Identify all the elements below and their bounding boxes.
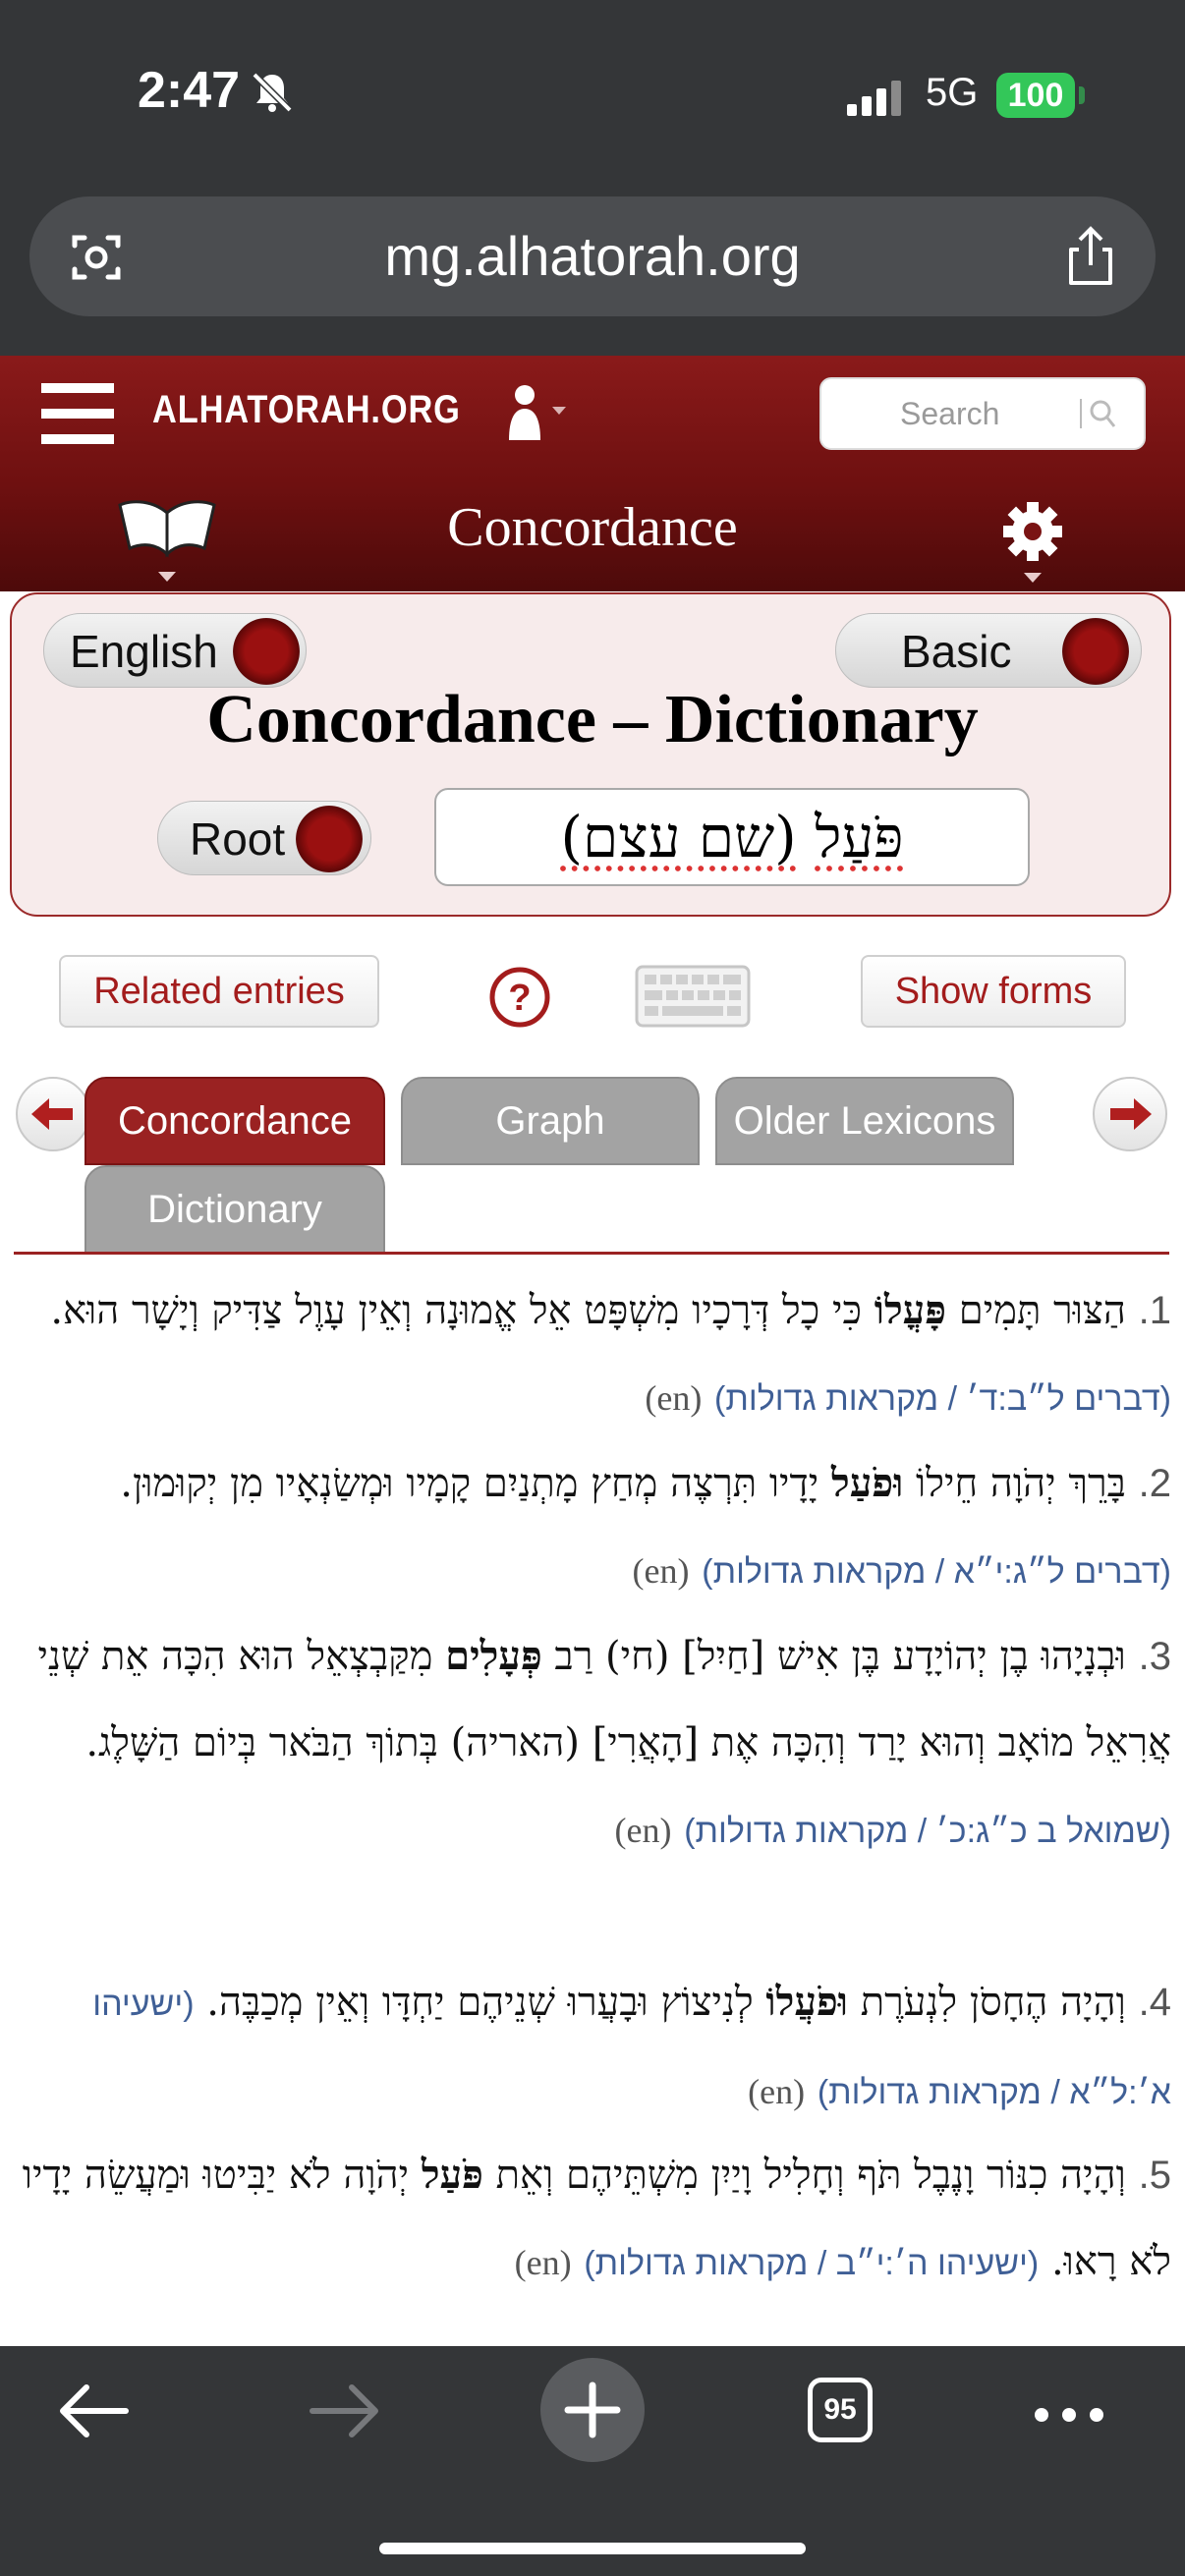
english-link[interactable]: (en) — [633, 1551, 690, 1591]
english-link[interactable]: (en) — [748, 2072, 805, 2111]
source-link[interactable]: (דברים ל״ג:י״א / מקראות גדולות) — [702, 1553, 1171, 1591]
plus-icon — [564, 2381, 621, 2438]
level-toggle-label: Basic — [901, 626, 1012, 677]
language-toggle-knob[interactable] — [233, 618, 300, 685]
forward-arrow-icon[interactable] — [307, 2380, 381, 2442]
tab-count-button[interactable]: 95 — [808, 2378, 873, 2442]
english-link[interactable]: (en) — [645, 1378, 702, 1418]
language-toggle[interactable]: English — [43, 613, 307, 688]
browser-chrome: 2:47 5G 100 mg.alhatorah.org — [0, 0, 1185, 356]
search-placeholder[interactable]: Search — [900, 379, 999, 448]
tab-dictionary[interactable]: Dictionary — [85, 1165, 385, 1254]
previous-arrow-button[interactable] — [16, 1077, 90, 1151]
share-icon[interactable] — [1061, 226, 1120, 287]
right-arrow-icon — [1110, 1098, 1152, 1130]
result-number: 3. — [1138, 1635, 1171, 1678]
left-arrow-icon — [31, 1098, 73, 1130]
verse-match: פְּעָלִים — [445, 1633, 542, 1679]
source-link[interactable]: (ישעיהו ה׳:י״ב / מקראות גדולות) — [584, 2245, 1039, 2282]
more-options-icon[interactable] — [1032, 2405, 1106, 2425]
tab-older-lexicons[interactable]: Older Lexicons — [715, 1077, 1014, 1165]
back-arrow-icon[interactable] — [57, 2380, 132, 2442]
home-indicator — [379, 2543, 806, 2554]
root-toggle-label: Root — [190, 813, 286, 865]
new-tab-button[interactable] — [540, 2358, 645, 2462]
language-toggle-label: English — [70, 626, 218, 677]
result-item: 4. וְהָיָה הֶחָסֹן לִנְעֹרֶת וּפֹעֲלוֹ ל… — [14, 1959, 1171, 2136]
bell-muted-icon — [252, 72, 293, 113]
english-link[interactable]: (en) — [515, 2243, 572, 2282]
verse-text: וְהָיָה הֶחָסֹן לִנְעֹרֶת — [847, 1980, 1126, 2025]
result-item: 1. הַצּוּר תָּמִים פָּעֳלוֹ כִּי כָל דְּ… — [14, 1267, 1171, 1442]
source-link[interactable]: (דברים ל״ב:ד׳ / מקראות גדולות) — [714, 1380, 1171, 1418]
results-list: 1. הַצּוּר תָּמִים פָּעֳלוֹ כִּי כָל דְּ… — [0, 1267, 1185, 2348]
help-question-icon[interactable]: ? — [487, 965, 552, 1030]
hamburger-menu-icon[interactable] — [41, 383, 114, 444]
result-item: 5. וְהָיָה כִנּוֹר וָנֶבֶל תֹּף וְחָלִיל… — [14, 2132, 1171, 2307]
signal-icon — [847, 81, 901, 116]
level-toggle-knob[interactable] — [1062, 618, 1129, 685]
settings-gear-icon[interactable] — [997, 496, 1068, 587]
show-forms-button[interactable]: Show forms — [861, 955, 1126, 1028]
battery-level: 100 — [996, 73, 1075, 118]
verse-match: וּפֹעֲלוֹ — [765, 1979, 848, 2025]
tabs-divider — [14, 1252, 1169, 1255]
root-toggle[interactable]: Root — [157, 801, 371, 875]
tab-concordance[interactable]: Concordance — [85, 1077, 385, 1165]
verse-text: וּבְנָיָהוּ בֶן יְהוֹיָדָע בֶּן אִישׁ [ח… — [541, 1634, 1126, 1679]
result-number: 1. — [1138, 1289, 1171, 1332]
related-entries-button[interactable]: Related entries — [59, 955, 379, 1028]
level-toggle[interactable]: Basic — [835, 613, 1142, 688]
verse-match: פֹּעַל — [421, 2152, 483, 2198]
verse-text: הַצּוּר תָּמִים — [946, 1288, 1126, 1333]
camera-search-icon[interactable] — [69, 230, 124, 285]
source-link[interactable]: (שמואל ב כ״ג:כ׳ / מקראות גדולות) — [684, 1813, 1171, 1850]
verse-text: וְהָיָה כִנּוֹר וָנֶבֶל תֹּף וְחָלִיל וָ… — [482, 2153, 1126, 2198]
root-type: (שם עצם) — [560, 804, 797, 870]
result-number: 5. — [1138, 2154, 1171, 2197]
battery-tip — [1079, 86, 1085, 104]
keyboard-icon[interactable] — [635, 965, 751, 1028]
network-type: 5G — [926, 71, 979, 114]
verse-match: וּפֹעַל — [831, 1460, 904, 1506]
verse-text: כִּי כָל דְּרָכָיו מִשְׁפָּט אֵל אֱמוּנָ… — [50, 1288, 875, 1333]
next-arrow-button[interactable] — [1093, 1077, 1167, 1151]
user-account-icon[interactable] — [503, 383, 578, 442]
search-icon[interactable] — [1079, 397, 1118, 430]
dictionary-title: Concordance – Dictionary — [206, 682, 979, 757]
tab-graph[interactable]: Graph — [401, 1077, 700, 1165]
site-logo-text[interactable]: ALHATORAH.ORG — [152, 388, 461, 432]
result-number: 4. — [1138, 1981, 1171, 2024]
status-time: 2:47 — [138, 62, 241, 119]
verse-text: בָּרֵךְ יְהֹוָה חֵילוֹ — [903, 1461, 1126, 1506]
root-word-input[interactable]: פֹּעַל (שם עצם) — [434, 788, 1030, 886]
search-input[interactable]: Search — [819, 377, 1146, 450]
url-text[interactable]: mg.alhatorah.org — [29, 196, 1156, 316]
root-toggle-knob[interactable] — [296, 806, 363, 872]
root-word: פֹּעַל — [815, 804, 904, 870]
result-item: 3. וּבְנָיָהוּ בֶן יְהוֹיָדָע בֶּן אִישׁ… — [14, 1613, 1171, 1875]
english-link[interactable]: (en) — [615, 1811, 672, 1850]
verse-match: פָּעֳלוֹ — [874, 1287, 947, 1333]
verse-text: לְנִיצוֹץ וּבָעֲרוּ שְׁנֵיהֶם יַחְדָּו ו… — [194, 1980, 766, 2025]
address-bar[interactable]: mg.alhatorah.org — [29, 196, 1156, 316]
result-number: 2. — [1138, 1462, 1171, 1505]
result-item: 2. בָּרֵךְ יְהֹוָה חֵילוֹ וּפֹעַל יָדָיו… — [14, 1440, 1171, 1615]
verse-text: יָדָיו תִּרְצֶה מְחַץ מָתְנַיִם קָמָיו ו… — [120, 1461, 831, 1506]
help-label: ? — [508, 978, 531, 1019]
